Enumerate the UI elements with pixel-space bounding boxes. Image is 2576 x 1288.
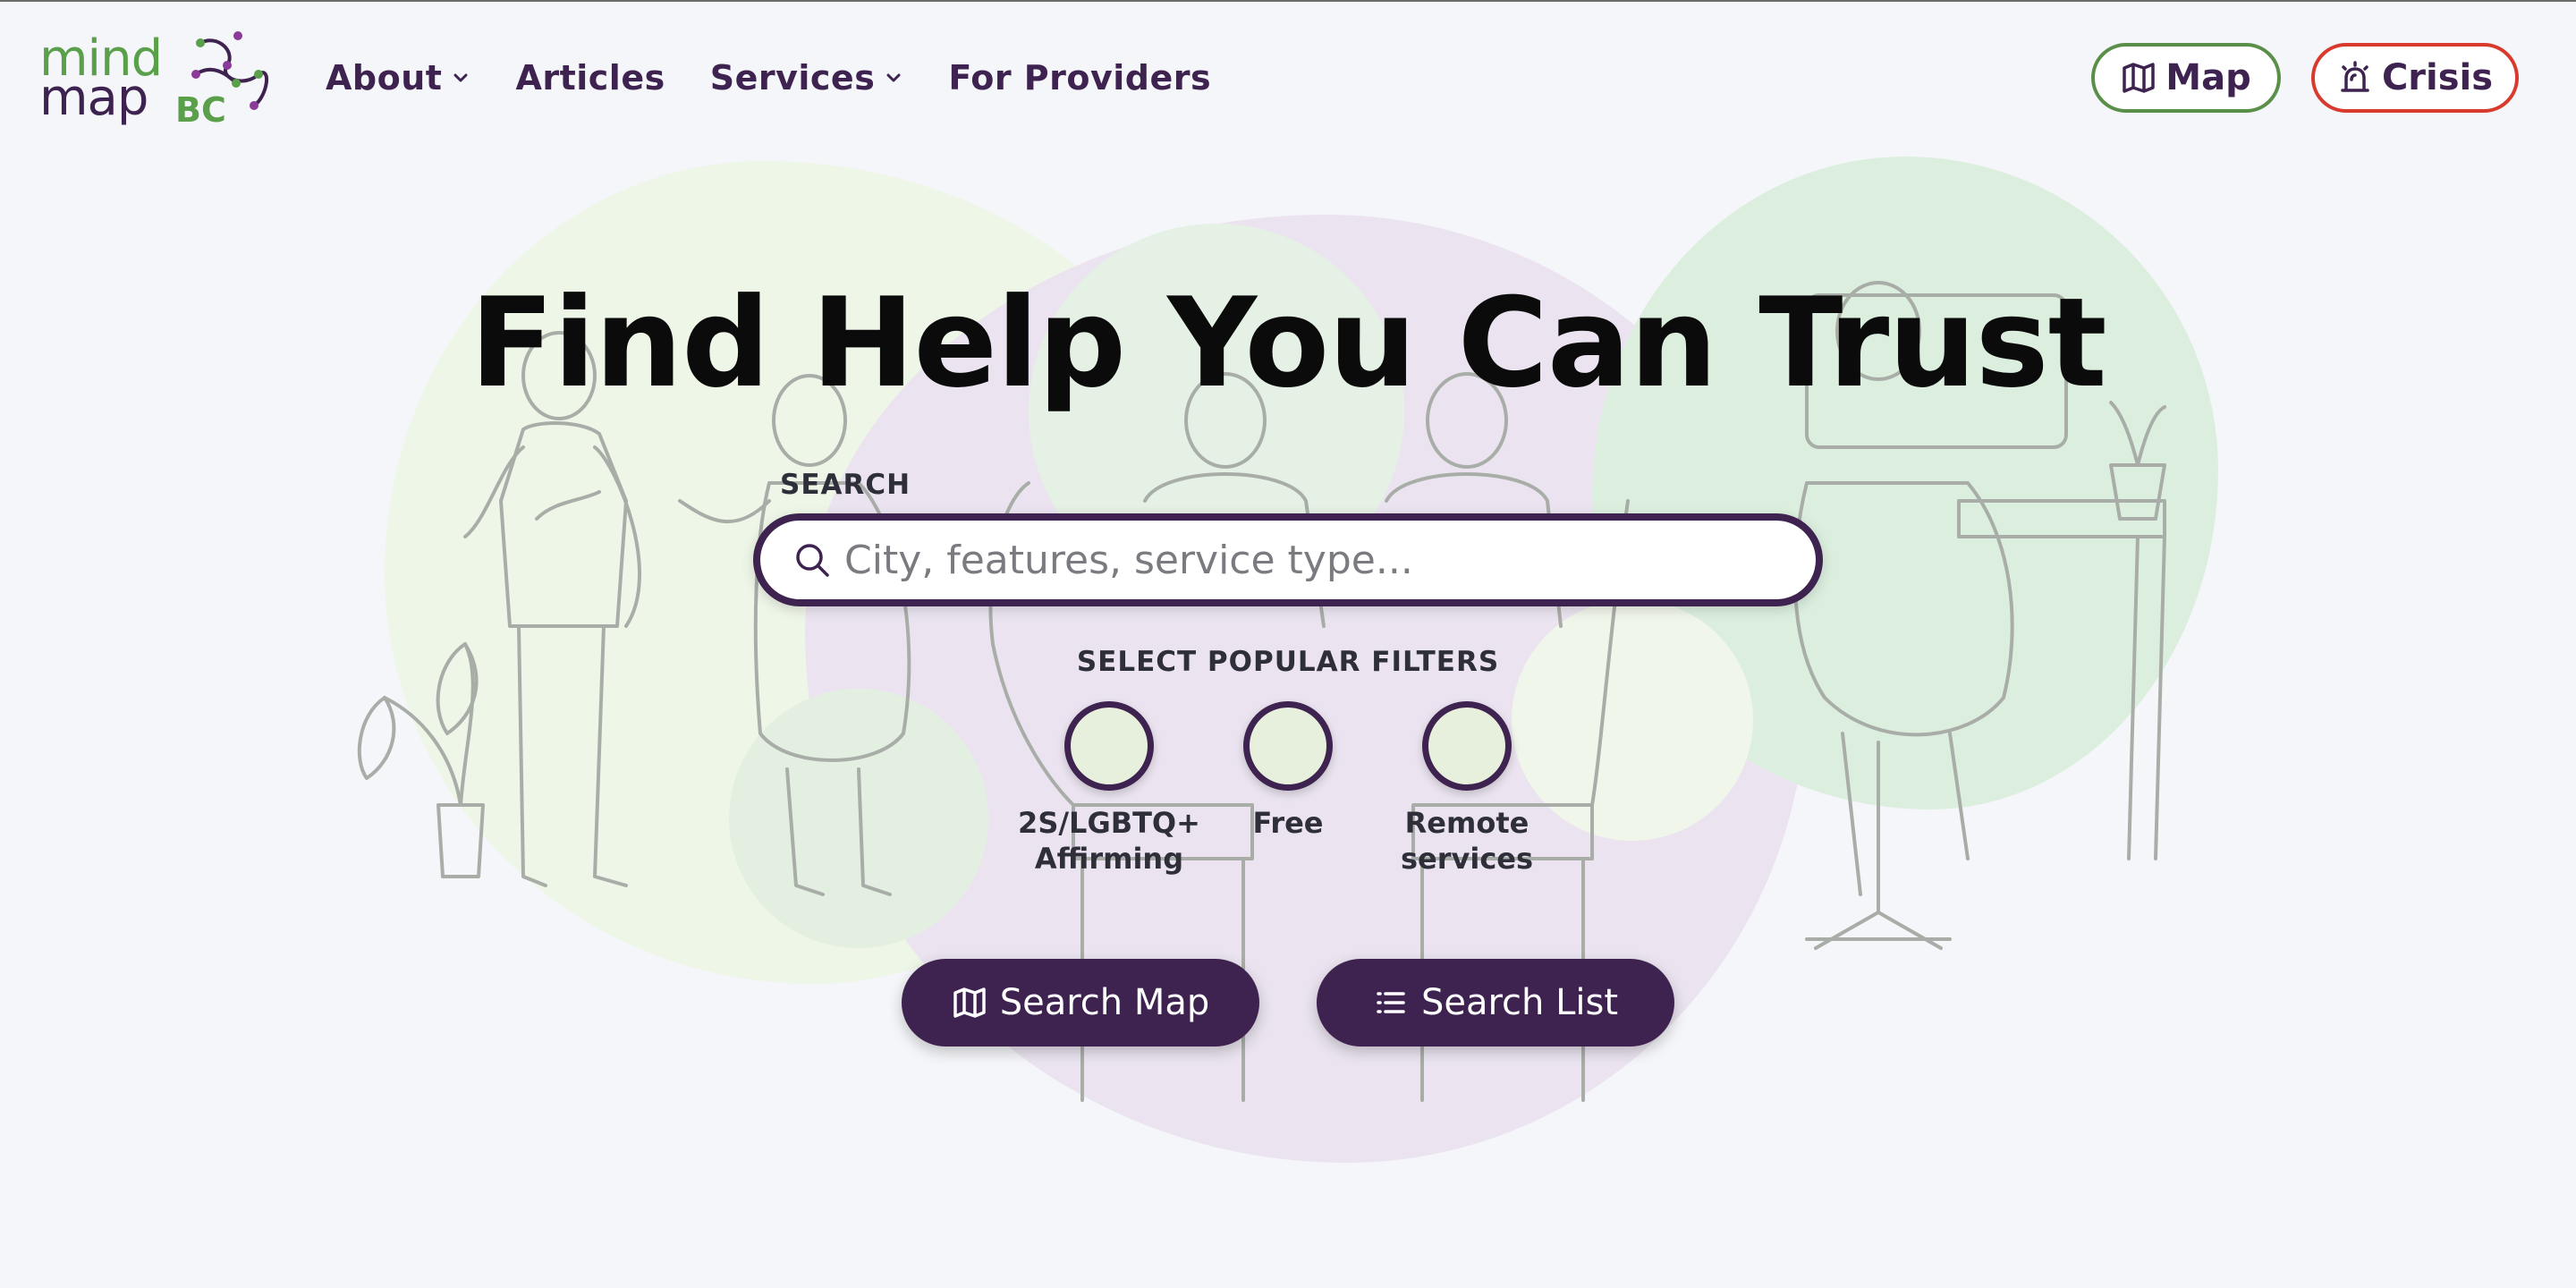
- nav-item-services[interactable]: Services: [710, 58, 904, 97]
- main-nav: About Articles Services For Providers: [326, 54, 1256, 102]
- nav-item-for-providers[interactable]: For Providers: [948, 58, 1211, 97]
- popular-filters-label: SELECT POPULAR FILTERS: [1076, 646, 1500, 678]
- background-blob: [729, 689, 988, 948]
- nav-item-label: Services: [709, 58, 876, 97]
- nav-item-articles[interactable]: Articles: [515, 58, 665, 97]
- filter-label: Remote services: [1400, 806, 1534, 876]
- filter-remote-services[interactable]: Remote services: [1377, 701, 1556, 877]
- logo-network-icon: [191, 31, 269, 110]
- map-icon: [952, 985, 987, 1021]
- map-button[interactable]: Map: [2091, 43, 2281, 113]
- page: mind map BC About Articles Services For …: [0, 0, 2576, 1288]
- page-title: Find Help You Can Trust: [470, 271, 2106, 415]
- crisis-button-label: Crisis: [2381, 57, 2494, 98]
- filter-label: 2S/LGBTQ+ Affirming: [1018, 806, 1200, 876]
- chevron-down-icon: [884, 68, 903, 88]
- filter-label: Free: [1252, 806, 1324, 840]
- search-map-label: Search Map: [999, 982, 1210, 1023]
- search-icon: [792, 540, 832, 580]
- nav-item-label: Articles: [515, 58, 665, 97]
- list-icon: [1373, 985, 1409, 1021]
- crisis-button[interactable]: Crisis: [2311, 43, 2519, 113]
- filter-toggle[interactable]: [1064, 701, 1154, 791]
- search-input[interactable]: [843, 536, 1741, 584]
- filter-2slgbtq-affirming[interactable]: 2S/LGBTQ+ Affirming: [1018, 701, 1200, 877]
- filter-toggle[interactable]: [1422, 701, 1512, 791]
- nav-item-label: For Providers: [948, 58, 1212, 97]
- search-list-button[interactable]: Search List: [1317, 959, 1674, 1046]
- search-label: SEARCH: [780, 469, 911, 501]
- search-map-button[interactable]: Search Map: [902, 959, 1259, 1046]
- map-icon: [2121, 60, 2157, 96]
- alarm-icon: [2337, 60, 2373, 96]
- filter-free[interactable]: Free: [1199, 701, 1377, 841]
- search-box[interactable]: [753, 513, 1823, 606]
- search-list-label: Search List: [1420, 982, 1619, 1023]
- top-border: [0, 0, 2576, 2]
- map-button-label: Map: [2165, 57, 2251, 98]
- filter-toggle[interactable]: [1243, 701, 1333, 791]
- chevron-down-icon: [451, 68, 470, 88]
- nav-item-about[interactable]: About: [326, 58, 470, 97]
- logo-text-map: map: [39, 69, 148, 127]
- nav-item-label: About: [326, 58, 443, 97]
- mindmap-bc-logo[interactable]: mind map BC: [39, 25, 279, 132]
